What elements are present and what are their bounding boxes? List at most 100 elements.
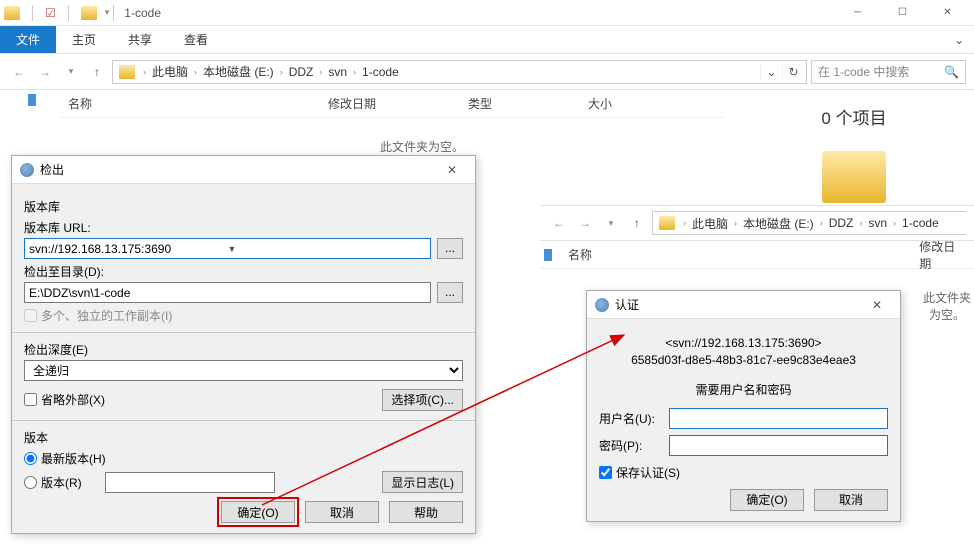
rev-label: 版本(R) bbox=[41, 474, 101, 491]
crumb-item[interactable]: svn bbox=[326, 65, 349, 79]
show-log-button[interactable]: 显示日志(L) bbox=[382, 471, 463, 493]
tab-file[interactable]: 文件 bbox=[0, 26, 56, 53]
crumb-item[interactable]: 本地磁盘 (E:) bbox=[201, 63, 276, 80]
col-name[interactable]: 名称 bbox=[560, 246, 911, 263]
col-size[interactable]: 大小 bbox=[580, 95, 660, 112]
url-label: 版本库 URL: bbox=[24, 219, 463, 236]
head-radio[interactable] bbox=[24, 452, 37, 465]
item-count: 0 个项目 bbox=[734, 90, 974, 143]
cancel-button[interactable]: 取消 bbox=[814, 489, 888, 511]
forward-button[interactable]: → bbox=[34, 61, 56, 83]
crumb-sep[interactable]: › bbox=[816, 218, 827, 228]
col-name[interactable]: 名称 bbox=[60, 95, 320, 112]
folder-icon bbox=[822, 151, 886, 203]
up-button[interactable]: ↑ bbox=[626, 212, 648, 234]
recent-dropdown[interactable]: ▾ bbox=[60, 61, 82, 83]
breadcrumb[interactable]: › 此电脑 › 本地磁盘 (E:) › DDZ › svn › 1-code ⌄… bbox=[112, 60, 807, 84]
tab-share[interactable]: 共享 bbox=[112, 26, 168, 53]
server-fingerprint: 6585d03f-d8e5-48b3-81c7-ee9c83e4eae3 bbox=[599, 352, 888, 369]
crumb-sep[interactable]: › bbox=[139, 67, 150, 77]
crumb-sep[interactable]: › bbox=[679, 218, 690, 228]
folder-icon bbox=[119, 65, 135, 79]
save-auth-checkbox[interactable] bbox=[599, 466, 612, 479]
ribbon-expand[interactable]: ⌄ bbox=[944, 26, 974, 53]
url-combobox[interactable]: svn://192.168.13.175:3690 ▼ bbox=[24, 238, 431, 259]
crumb-sep[interactable]: › bbox=[190, 67, 201, 77]
col-type[interactable]: 类型 bbox=[460, 95, 580, 112]
crumb-item[interactable]: DDZ bbox=[827, 216, 856, 230]
col-date[interactable]: 修改日期 bbox=[911, 238, 974, 272]
crumb-sep[interactable]: › bbox=[855, 218, 866, 228]
help-button[interactable]: 帮助 bbox=[389, 501, 463, 523]
ok-button[interactable]: 确定(O) bbox=[221, 501, 295, 523]
checkout-dialog: 检出 ✕ 版本库 版本库 URL: svn://192.168.13.175:3… bbox=[11, 155, 476, 534]
crumb-sep[interactable]: › bbox=[889, 218, 900, 228]
url-value: svn://192.168.13.175:3690 bbox=[29, 242, 228, 256]
search-input[interactable]: 在 1-code 中搜索 🔍 bbox=[811, 60, 966, 84]
tree-item-icon bbox=[544, 249, 552, 261]
choose-items-button[interactable]: 选择项(C)... bbox=[382, 389, 463, 411]
rev-input[interactable] bbox=[105, 472, 275, 493]
folder-icon bbox=[81, 6, 97, 20]
cancel-button[interactable]: 取消 bbox=[305, 501, 379, 523]
omit-externals-checkbox[interactable] bbox=[24, 393, 37, 406]
column-headers: 名称 修改日期 bbox=[540, 241, 974, 269]
ribbon: 文件 主页 共享 查看 ⌄ bbox=[0, 26, 974, 54]
crumb-sep[interactable]: › bbox=[276, 67, 287, 77]
crumb-sep[interactable]: › bbox=[349, 67, 360, 77]
username-label: 用户名(U): bbox=[599, 410, 669, 427]
crumb-sep[interactable]: › bbox=[730, 218, 741, 228]
rev-radio[interactable] bbox=[24, 476, 37, 489]
crumb-item[interactable]: 本地磁盘 (E:) bbox=[741, 215, 816, 232]
col-date[interactable]: 修改日期 bbox=[320, 95, 460, 112]
save-auth-label: 保存认证(S) bbox=[616, 464, 680, 481]
empty-message: 此文件夹为空。 bbox=[60, 118, 724, 155]
folder-icon bbox=[4, 6, 20, 20]
up-button[interactable]: ↑ bbox=[86, 61, 108, 83]
username-input[interactable] bbox=[669, 408, 888, 429]
column-headers: 名称 修改日期 类型 大小 bbox=[60, 90, 724, 118]
refresh-button[interactable]: ↻ bbox=[782, 65, 804, 79]
nav-pane[interactable] bbox=[544, 245, 552, 261]
close-button[interactable]: ✕ bbox=[862, 298, 892, 312]
close-button[interactable]: ✕ bbox=[925, 0, 970, 26]
search-icon: 🔍 bbox=[944, 65, 959, 79]
breadcrumb[interactable]: › 此电脑 › 本地磁盘 (E:) › DDZ › svn › 1-code bbox=[652, 211, 966, 235]
crumb-dropdown[interactable]: ⌄ bbox=[760, 65, 782, 79]
dir-label: 检出至目录(D): bbox=[24, 263, 463, 280]
forward-button[interactable]: → bbox=[574, 212, 596, 234]
crumb-item[interactable]: 此电脑 bbox=[150, 63, 190, 80]
crumb-sep[interactable]: › bbox=[315, 67, 326, 77]
tortoise-icon bbox=[595, 298, 609, 312]
back-button[interactable]: ← bbox=[8, 61, 30, 83]
maximize-button[interactable]: ☐ bbox=[880, 0, 925, 26]
minimize-button[interactable]: ─ bbox=[835, 0, 880, 26]
dialog-title-bar[interactable]: 检出 ✕ bbox=[12, 156, 475, 184]
crumb-item[interactable]: 此电脑 bbox=[690, 215, 730, 232]
chevron-down-icon[interactable]: ▼ bbox=[228, 244, 427, 254]
dialog-title-bar[interactable]: 认证 ✕ bbox=[587, 291, 900, 319]
dir-input[interactable] bbox=[24, 282, 431, 303]
browse-url-button[interactable]: ... bbox=[437, 238, 463, 259]
password-input[interactable] bbox=[669, 435, 888, 456]
ok-button[interactable]: 确定(O) bbox=[730, 489, 804, 511]
server-url: <svn://192.168.13.175:3690> bbox=[599, 335, 888, 352]
crumb-item[interactable]: 1-code bbox=[900, 216, 941, 230]
window-title: 1-code bbox=[124, 6, 161, 20]
window-controls: ─ ☐ ✕ bbox=[835, 0, 970, 26]
crumb-item[interactable]: svn bbox=[866, 216, 889, 230]
browse-dir-button[interactable]: ... bbox=[437, 282, 463, 303]
rev-section-label: 版本 bbox=[24, 429, 463, 446]
close-button[interactable]: ✕ bbox=[437, 163, 467, 177]
crumb-item[interactable]: 1-code bbox=[360, 65, 401, 79]
tab-home[interactable]: 主页 bbox=[56, 26, 112, 53]
qat-dropdown[interactable]: ▾ bbox=[105, 7, 110, 18]
depth-label: 检出深度(E) bbox=[24, 341, 463, 358]
depth-select[interactable]: 全递归 bbox=[24, 360, 463, 381]
back-button[interactable]: ← bbox=[548, 212, 570, 234]
tab-view[interactable]: 查看 bbox=[168, 26, 224, 53]
tree-item-icon bbox=[28, 94, 36, 106]
recent-dropdown[interactable]: ▾ bbox=[600, 212, 622, 234]
crumb-item[interactable]: DDZ bbox=[287, 65, 316, 79]
check-icon[interactable]: ☑ bbox=[45, 6, 56, 20]
